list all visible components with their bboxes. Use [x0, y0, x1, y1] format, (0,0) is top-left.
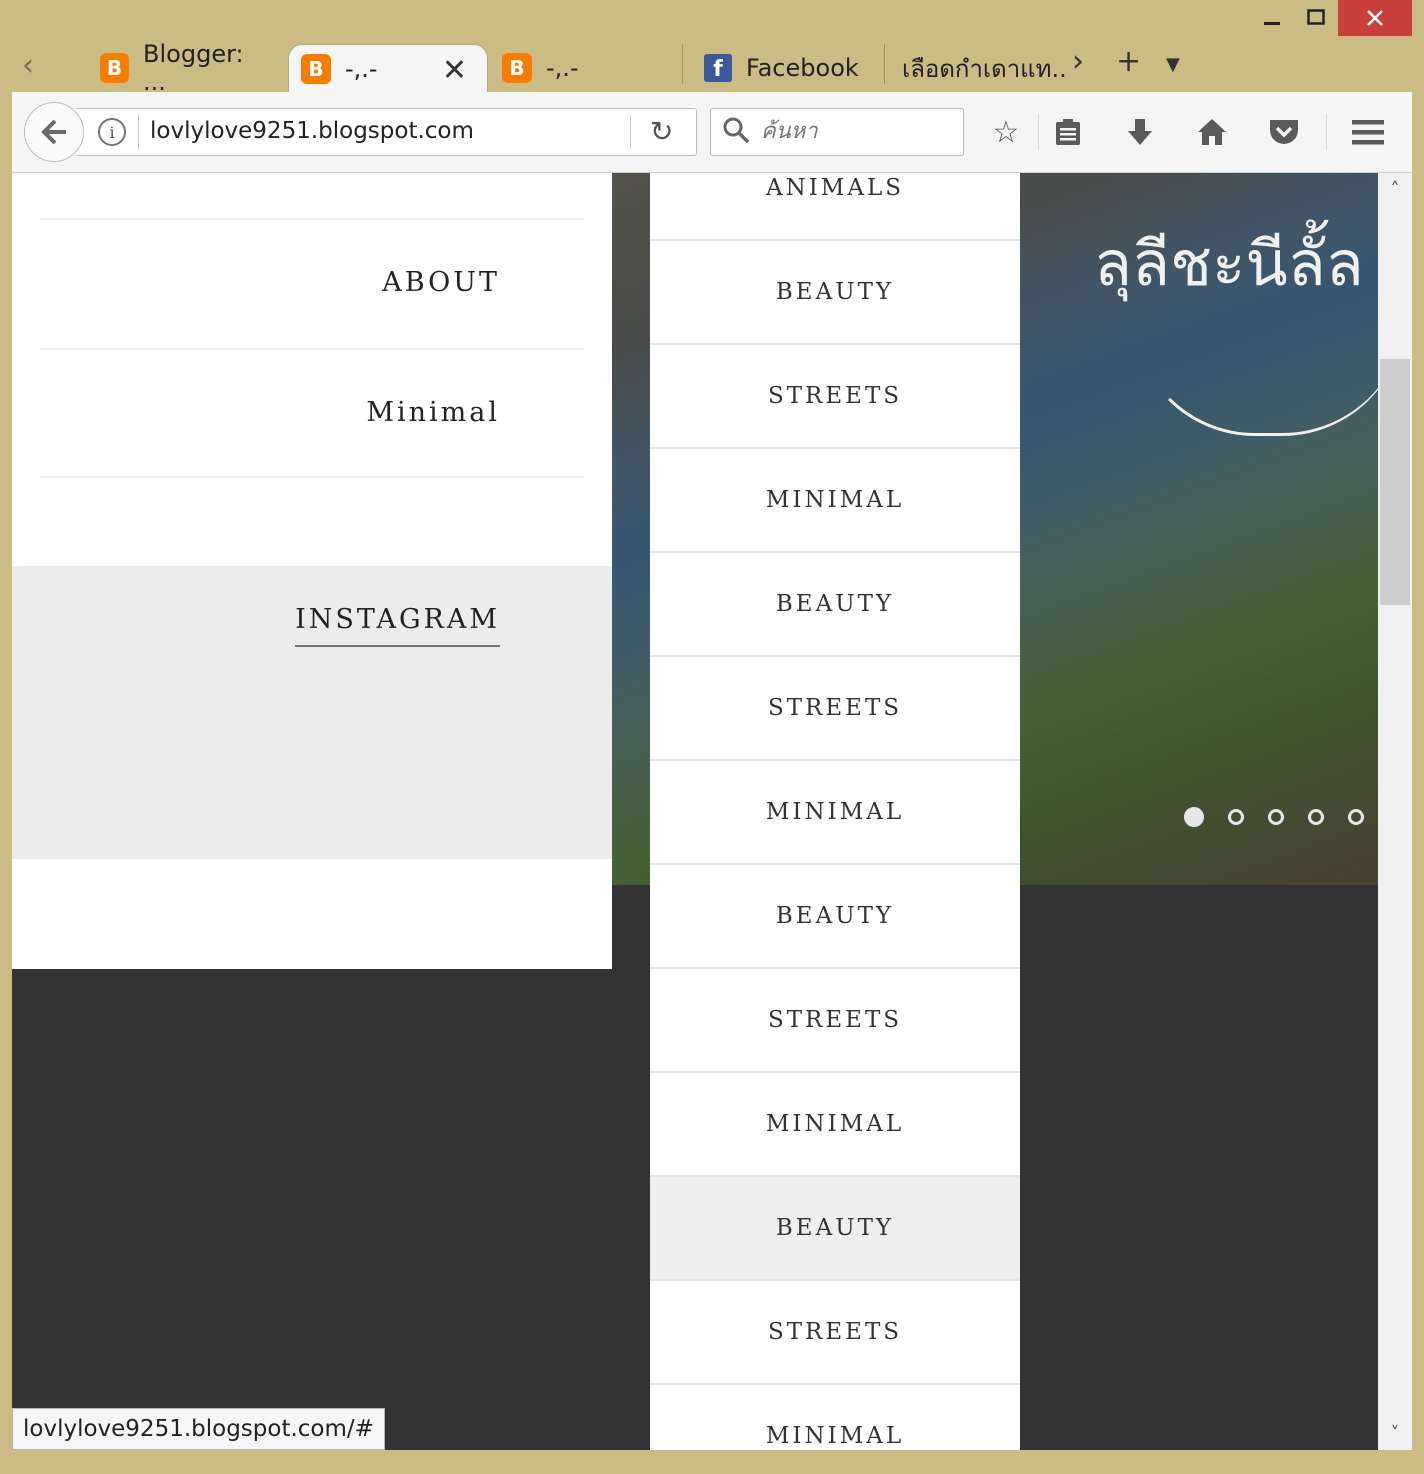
category-item[interactable]: MINIMAL — [650, 1073, 1020, 1177]
slider-dots — [1184, 807, 1364, 827]
blogger-icon: B — [301, 53, 331, 84]
back-button[interactable] — [24, 102, 84, 162]
side-menu-panel: ABOUT Minimal INSTAGRAM — [12, 173, 612, 969]
category-item[interactable]: MINIMAL — [650, 1385, 1020, 1450]
status-bar-link-preview: lovlylove9251.blogspot.com/# — [12, 1408, 385, 1450]
scrollbar-thumb[interactable] — [1380, 359, 1410, 605]
blogger-icon: B — [100, 53, 130, 83]
tab-title: Blogger: ... — [143, 40, 244, 96]
pocket-icon[interactable] — [1262, 110, 1306, 154]
reload-icon[interactable]: ↻ — [650, 115, 673, 148]
url-divider — [138, 115, 139, 149]
tab-active-blog[interactable]: B -,.- ✕ — [288, 44, 488, 92]
page-viewport: ลุลีชะนีลั้ล ABOUT Minimal INSTAGRAM ANI… — [12, 173, 1378, 1450]
new-tab-icon[interactable]: + — [1116, 44, 1141, 79]
scroll-tabs-left-icon[interactable]: ‹ — [22, 48, 34, 83]
slider-dot-3[interactable] — [1268, 809, 1284, 825]
scroll-tabs-right-icon[interactable]: › — [1072, 44, 1084, 79]
url-divider — [630, 115, 631, 149]
pocket-save-icon — [1270, 120, 1298, 144]
list-all-tabs-icon[interactable]: ▼ — [1166, 54, 1180, 75]
tab-divider — [884, 44, 885, 84]
minimize-button[interactable] — [1252, 0, 1292, 36]
instagram-link[interactable]: INSTAGRAM — [295, 604, 500, 647]
tab-title: -,.- — [345, 54, 378, 83]
slider-dot-1[interactable] — [1184, 807, 1204, 827]
toolbar-divider — [1326, 114, 1327, 150]
url-text[interactable]: lovlylove9251.blogspot.com — [150, 118, 474, 144]
url-bar[interactable]: i lovlylove9251.blogspot.com ↻ — [76, 108, 697, 156]
maximize-icon — [1307, 9, 1325, 25]
house-icon — [1198, 119, 1226, 145]
category-item[interactable]: MINIMAL — [650, 761, 1020, 865]
tab-strip: ‹ B Blogger: ... B -,.- ✕ B -,.- f Faceb… — [12, 36, 1412, 96]
close-window-button[interactable] — [1338, 0, 1412, 36]
tab-blog-2[interactable]: B -,.- — [502, 44, 652, 92]
category-item[interactable]: BEAUTY — [650, 865, 1020, 969]
hero-title: ลุลีชะนีลั้ล — [1094, 227, 1364, 300]
tab-thai-page[interactable]: เลือดกำเดาแท... — [902, 44, 1066, 92]
site-info-icon[interactable]: i — [98, 118, 126, 146]
tab-title: -,.- — [546, 54, 579, 82]
category-item[interactable]: MINIMAL — [650, 449, 1020, 553]
slider-dot-2[interactable] — [1228, 809, 1244, 825]
minimize-icon — [1264, 22, 1280, 25]
category-item[interactable]: STREETS — [650, 1281, 1020, 1385]
menu-item-minimal[interactable]: Minimal — [366, 397, 500, 428]
navigation-toolbar: i lovlylove9251.blogspot.com ↻ ☆ — [12, 92, 1412, 173]
clipboard-list-icon — [1056, 119, 1080, 145]
category-item[interactable]: STREETS — [650, 657, 1020, 761]
slider-dot-4[interactable] — [1308, 809, 1324, 825]
back-arrow-icon — [41, 119, 66, 145]
tab-title: Facebook — [746, 54, 859, 82]
maximize-button[interactable] — [1296, 0, 1336, 36]
facebook-icon: f — [704, 54, 732, 82]
menu-divider — [40, 348, 584, 350]
search-box[interactable] — [710, 108, 964, 156]
instagram-section: INSTAGRAM — [12, 566, 612, 859]
download-arrow-icon — [1128, 119, 1152, 145]
bookmarks-menu-icon[interactable] — [1046, 110, 1090, 154]
scroll-up-icon[interactable]: ˄ — [1378, 179, 1412, 200]
menu-divider — [40, 218, 584, 220]
category-item[interactable]: STREETS — [650, 345, 1020, 449]
menu-divider — [40, 476, 584, 478]
search-input[interactable] — [759, 118, 953, 145]
toolbar-divider — [1038, 114, 1039, 150]
vertical-scrollbar[interactable]: ˄ ˅ — [1378, 173, 1412, 1450]
blogger-icon: B — [502, 53, 532, 83]
hamburger-menu-icon[interactable] — [1346, 110, 1390, 154]
category-item[interactable]: BEAUTY — [650, 241, 1020, 345]
downloads-icon[interactable] — [1118, 110, 1162, 154]
tab-title: เลือดกำเดาแท... — [902, 54, 1066, 83]
category-item[interactable]: BEAUTY — [650, 553, 1020, 657]
close-tab-icon[interactable]: ✕ — [442, 53, 467, 88]
tab-divider — [682, 44, 683, 84]
browser-window: ‹ B Blogger: ... B -,.- ✕ B -,.- f Faceb… — [0, 0, 1424, 1474]
search-icon — [723, 117, 750, 144]
slider-dot-5[interactable] — [1348, 809, 1364, 825]
menu-item-about[interactable]: ABOUT — [382, 267, 500, 298]
home-icon[interactable] — [1190, 110, 1234, 154]
category-item[interactable]: ANIMALS — [650, 173, 1020, 241]
close-icon — [1367, 10, 1383, 26]
menu-lines-icon — [1352, 120, 1384, 145]
category-item-hovered[interactable]: BEAUTY — [650, 1177, 1020, 1281]
bookmark-star-icon[interactable]: ☆ — [984, 110, 1028, 154]
category-item[interactable]: STREETS — [650, 969, 1020, 1073]
tab-facebook[interactable]: f Facebook — [704, 44, 874, 92]
tab-blogger[interactable]: B Blogger: ... — [100, 40, 270, 96]
scroll-down-icon[interactable]: ˅ — [1378, 1423, 1412, 1444]
